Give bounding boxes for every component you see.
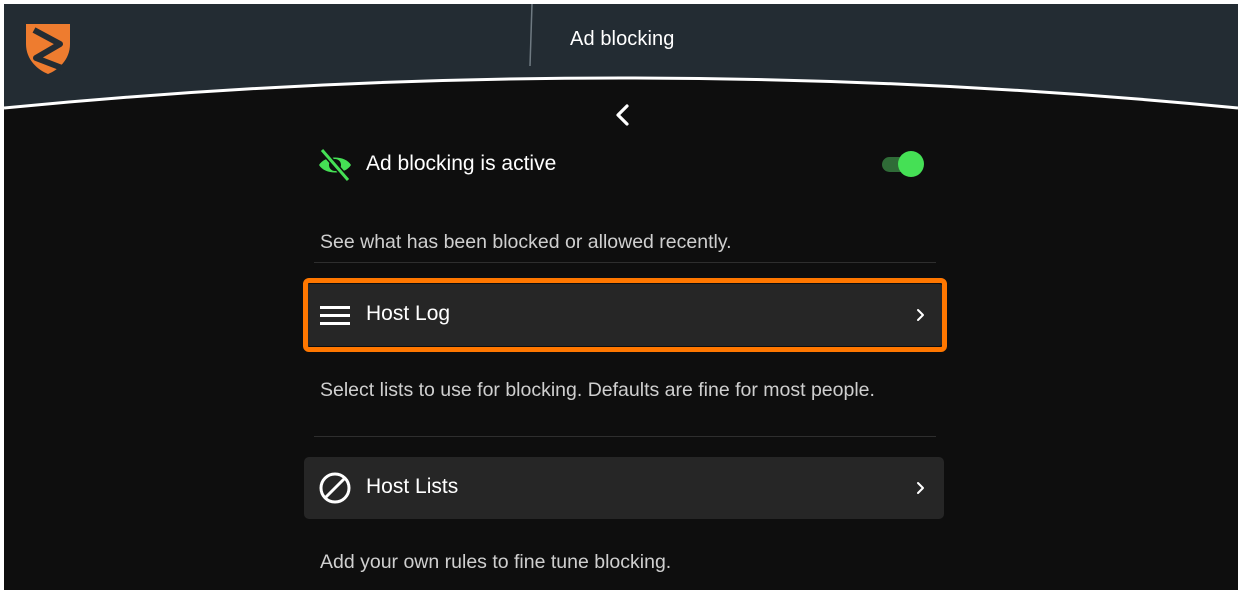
- eye-off-icon: [316, 147, 354, 183]
- shield-logo-icon: [22, 20, 74, 76]
- host-lists-description: Select lists to use for blocking. Defaul…: [320, 379, 875, 401]
- host-lists-label: Host Lists: [366, 475, 459, 498]
- divider: [314, 436, 936, 437]
- ad-blocking-status-row: Ad blocking is active: [304, 139, 944, 191]
- toggle-thumb: [898, 151, 924, 177]
- ad-blocking-toggle[interactable]: [880, 151, 924, 177]
- app-window: Ad blocking Ad blocking is active See wh…: [4, 4, 1238, 590]
- block-circle-icon: [318, 471, 352, 505]
- settings-panel: Ad blocking is active See what has been …: [304, 4, 944, 590]
- menu-lines-icon: [318, 298, 352, 332]
- ad-blocking-status-label: Ad blocking is active: [366, 152, 557, 175]
- host-log-button[interactable]: Host Log: [304, 284, 944, 346]
- host-log-label: Host Log: [366, 302, 451, 325]
- chevron-right-icon: [914, 479, 928, 497]
- chevron-right-icon: [914, 306, 928, 324]
- host-lists-button[interactable]: Host Lists: [304, 457, 944, 519]
- rules-description: Add your own rules to fine tune blocking…: [320, 551, 672, 573]
- host-log-description: See what has been blocked or allowed rec…: [320, 231, 732, 253]
- divider: [314, 262, 936, 263]
